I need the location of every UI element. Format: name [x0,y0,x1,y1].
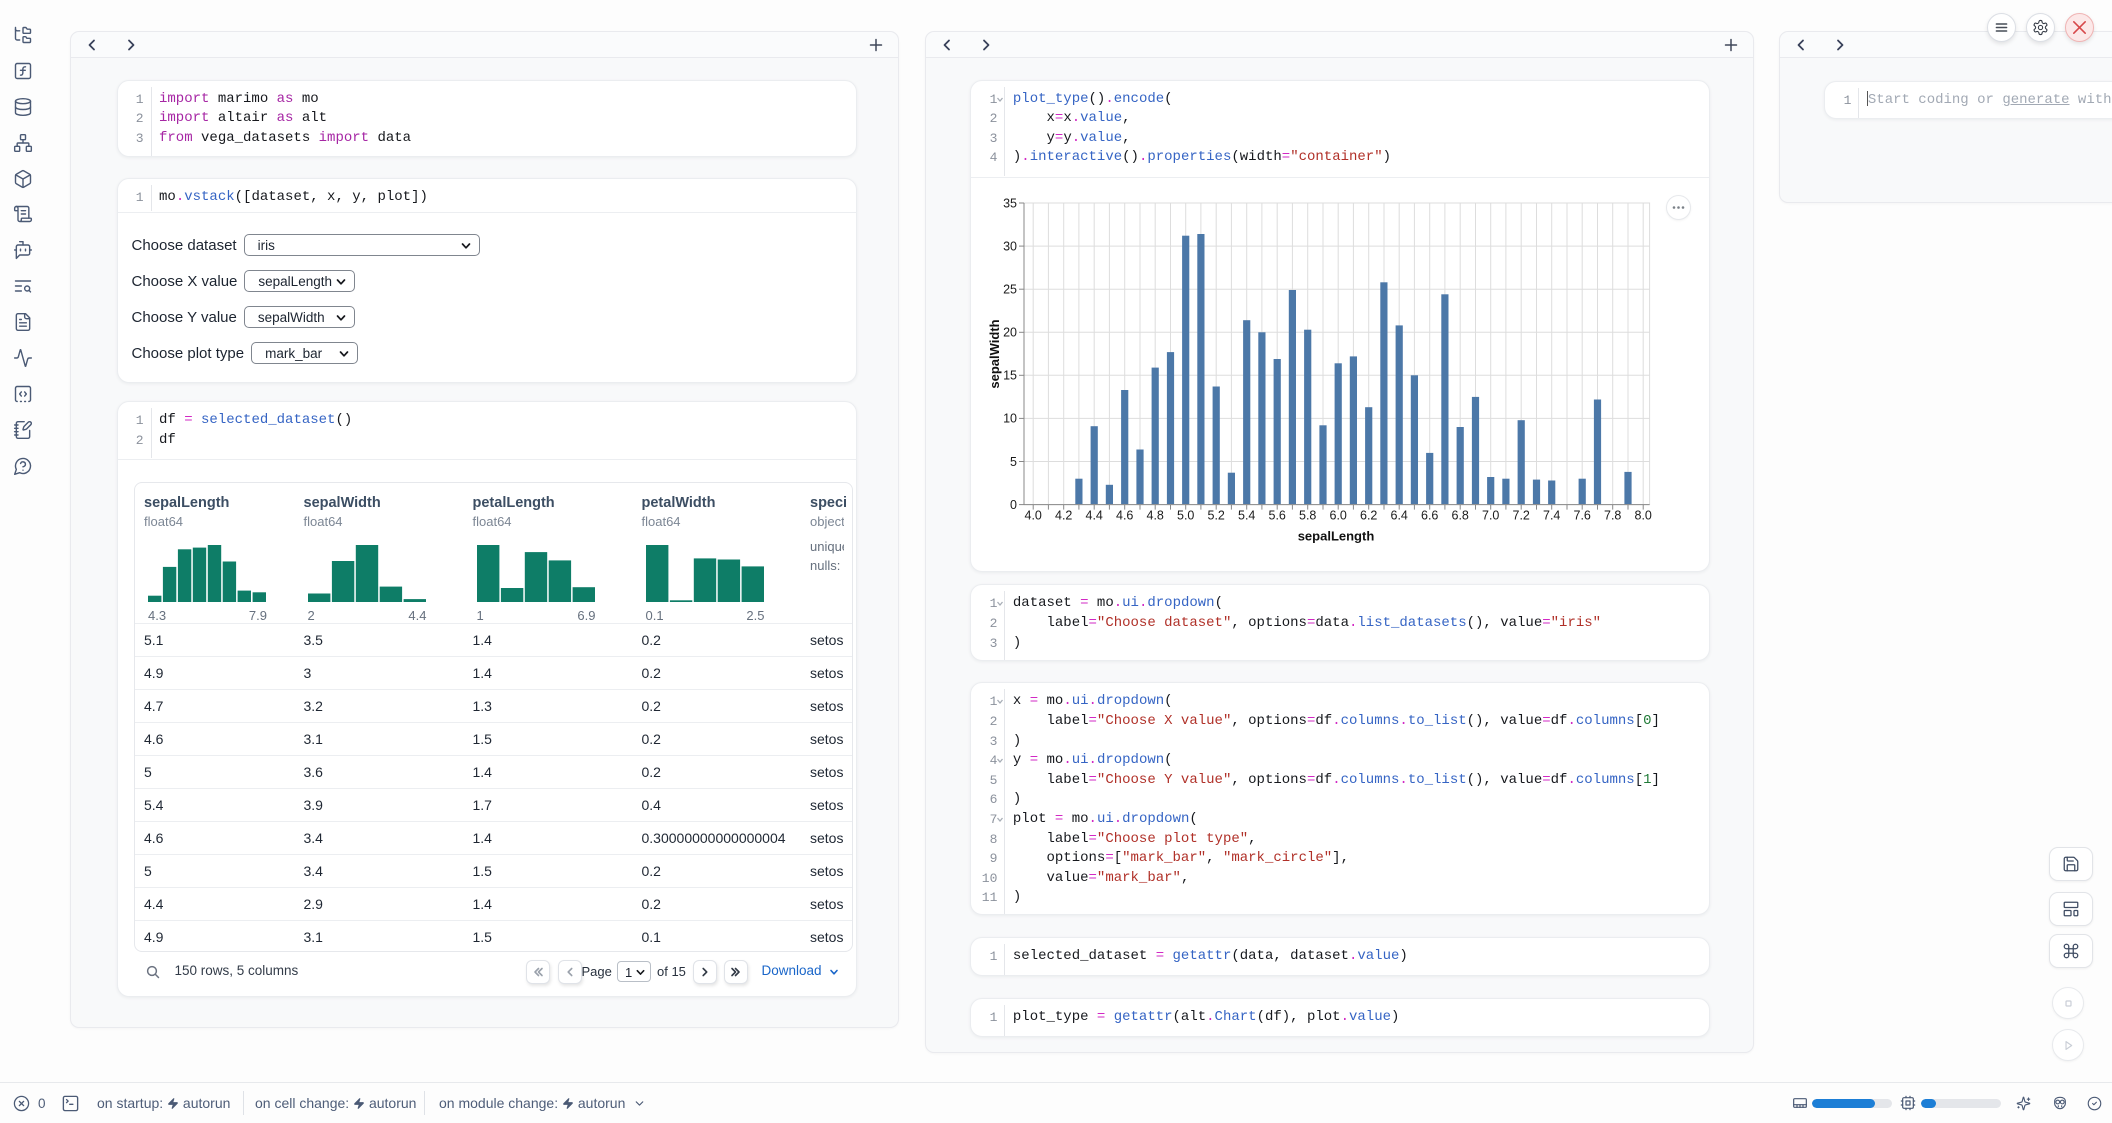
svg-text:15: 15 [1003,368,1017,382]
svg-text:5.0: 5.0 [1177,508,1194,522]
svg-text:5.4: 5.4 [1238,508,1255,522]
svg-text:7.6: 7.6 [1574,508,1591,522]
svg-text:6.0: 6.0 [1330,508,1347,522]
svg-text:5: 5 [1010,454,1017,468]
svg-text:35: 35 [1003,196,1017,210]
svg-text:4.4: 4.4 [1086,508,1103,522]
svg-text:4.6: 4.6 [1116,508,1133,522]
svg-text:6.2: 6.2 [1360,508,1377,522]
svg-text:7.4: 7.4 [1543,508,1560,522]
svg-text:6.4: 6.4 [1391,508,1408,522]
svg-text:4.2: 4.2 [1055,508,1072,522]
svg-text:5.2: 5.2 [1208,508,1225,522]
svg-text:25: 25 [1003,282,1017,296]
svg-text:20: 20 [1003,325,1017,339]
svg-text:6.6: 6.6 [1421,508,1438,522]
svg-text:30: 30 [1003,239,1017,253]
svg-text:0: 0 [1010,498,1017,512]
svg-text:10: 10 [1003,411,1017,425]
svg-text:6.8: 6.8 [1452,508,1469,522]
svg-text:5.8: 5.8 [1299,508,1316,522]
svg-text:7.0: 7.0 [1482,508,1499,522]
svg-text:sepalWidth: sepalWidth [987,319,1002,388]
svg-text:7.2: 7.2 [1513,508,1530,522]
svg-text:sepalLength: sepalLength [1298,528,1375,543]
svg-text:4.0: 4.0 [1025,508,1042,522]
svg-text:7.8: 7.8 [1604,508,1621,522]
svg-text:5.6: 5.6 [1269,508,1286,522]
svg-text:4.8: 4.8 [1147,508,1164,522]
svg-text:8.0: 8.0 [1635,508,1652,522]
